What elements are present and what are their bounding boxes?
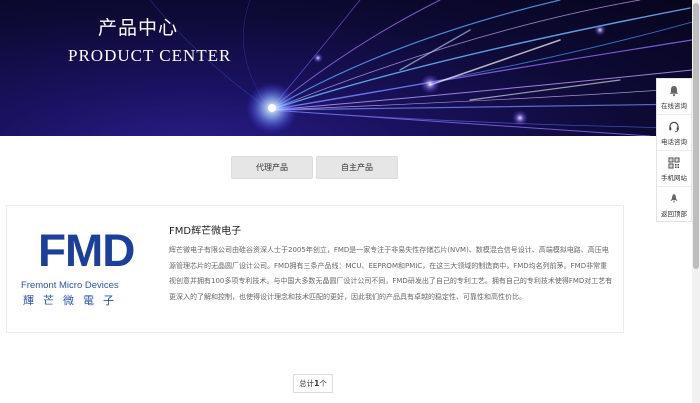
side-item-label: 返回顶部 xyxy=(661,210,687,218)
side-item-label: 在线咨询 xyxy=(661,102,687,110)
logo-wordmark: FMD xyxy=(38,225,135,276)
qr-code-icon xyxy=(668,157,680,169)
product-card[interactable]: FMD Fremont Micro Devices 輝芒微電子 FMD辉芒微电子… xyxy=(6,205,624,333)
side-item-mobile-site[interactable]: 手机网站 xyxy=(657,151,691,187)
side-item-back-to-top[interactable]: 返回顶部 xyxy=(657,187,691,223)
pagination-total: 总计 1 个 xyxy=(293,374,333,393)
headset-icon xyxy=(669,121,679,133)
logo-chinese-name: 輝芒微電子 xyxy=(23,294,123,307)
product-description: 辉芒微电子有限公司由硅谷资深人士于2005年创立，FMD是一家专注于非易失性存储… xyxy=(169,246,613,301)
pagination-suffix: 个 xyxy=(319,379,327,388)
scrollbar-thumb[interactable] xyxy=(693,3,699,269)
rocket-icon xyxy=(670,193,678,204)
logo-english-name: Fremont Micro Devices xyxy=(21,280,119,291)
pagination-prefix: 总计 xyxy=(299,379,315,388)
bell-icon xyxy=(669,86,679,97)
floating-contact-bar: 在线咨询 电话咨询 手机网站 返回顶部 xyxy=(656,78,692,222)
vertical-scrollbar[interactable] xyxy=(692,0,700,403)
fmd-logo[interactable]: FMD Fremont Micro Devices 輝芒微電子 xyxy=(20,228,152,312)
page-banner: 产品中心 PRODUCT CENTER xyxy=(0,0,692,136)
page-title: 产品中心 xyxy=(98,17,179,39)
side-item-online-consult[interactable]: 在线咨询 xyxy=(657,79,691,115)
tab-agency-products[interactable]: 代理产品 xyxy=(231,156,313,179)
side-item-phone-consult[interactable]: 电话咨询 xyxy=(657,115,691,151)
page-subtitle: PRODUCT CENTER xyxy=(68,46,232,65)
tab-own-products[interactable]: 自主产品 xyxy=(316,156,398,179)
product-title[interactable]: FMD辉芒微电子 xyxy=(169,222,241,237)
side-item-label: 手机网站 xyxy=(661,174,687,182)
side-item-label: 电话咨询 xyxy=(661,138,687,146)
